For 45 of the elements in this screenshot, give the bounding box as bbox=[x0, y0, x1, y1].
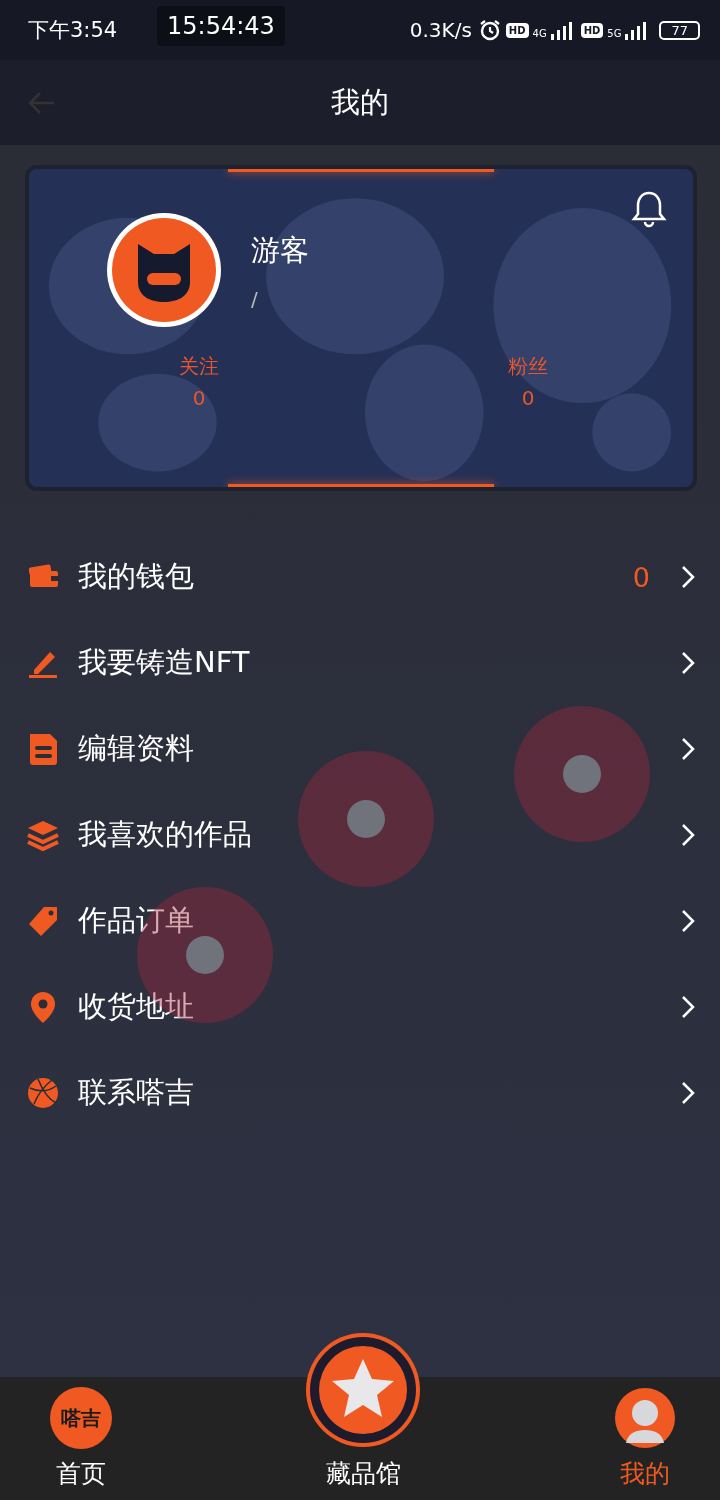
menu-label: 编辑资料 bbox=[78, 730, 195, 767]
hd-badge: HD bbox=[580, 22, 604, 38]
network-type: 4G bbox=[532, 28, 547, 39]
menu-item[interactable]: 我的钱包 0 bbox=[0, 534, 720, 620]
globe-icon bbox=[26, 1076, 60, 1110]
clock-badge: 15:54:43 bbox=[157, 6, 285, 46]
menu-label: 作品订单 bbox=[78, 902, 195, 939]
stat-label: 关注 bbox=[179, 353, 219, 380]
menu-item[interactable]: 我喜欢的作品 bbox=[0, 792, 720, 878]
tab[interactable]: 嗒吉 首页 bbox=[26, 1377, 136, 1500]
user-signature: / bbox=[251, 287, 258, 311]
menu-item[interactable]: 作品订单 bbox=[0, 878, 720, 964]
chevron-right-icon bbox=[680, 1080, 696, 1106]
chevron-right-icon bbox=[680, 736, 696, 762]
bell-icon[interactable] bbox=[631, 189, 667, 229]
tab[interactable]: 我的 bbox=[590, 1377, 700, 1500]
page-title: 我的 bbox=[331, 83, 389, 121]
battery-indicator: 77 bbox=[659, 20, 700, 40]
menu-item[interactable]: 收货地址 bbox=[0, 964, 720, 1050]
wallet-balance: 0 bbox=[632, 561, 650, 593]
menu-item[interactable]: 我要铸造NFT bbox=[0, 620, 720, 706]
logo-icon: 嗒吉 bbox=[50, 1387, 112, 1449]
chevron-right-icon bbox=[680, 822, 696, 848]
menu-label: 我的钱包 bbox=[78, 558, 195, 595]
layers-icon bbox=[26, 818, 60, 852]
network-type: 5G bbox=[607, 28, 622, 39]
stat-label: 粉丝 bbox=[508, 353, 548, 380]
chevron-right-icon bbox=[680, 564, 696, 590]
tag-icon bbox=[26, 904, 60, 938]
user-name: 游客 bbox=[251, 232, 309, 269]
tab[interactable]: 藏品馆 bbox=[308, 1327, 418, 1500]
menu-label: 我喜欢的作品 bbox=[78, 816, 253, 853]
stat-value: 0 bbox=[192, 386, 206, 410]
menu-label: 联系嗒吉 bbox=[78, 1074, 195, 1111]
chevron-right-icon bbox=[680, 650, 696, 676]
menu-label: 我要铸造NFT bbox=[78, 644, 251, 681]
menu-label: 收货地址 bbox=[78, 988, 195, 1025]
menu-item[interactable]: 联系嗒吉 bbox=[0, 1050, 720, 1136]
stat-value: 0 bbox=[521, 386, 535, 410]
chevron-right-icon bbox=[680, 908, 696, 934]
user-icon bbox=[614, 1387, 676, 1449]
chevron-right-icon bbox=[680, 994, 696, 1020]
network-speed: 0.3K/s bbox=[409, 18, 472, 42]
status-time: 下午3:54 bbox=[28, 17, 118, 44]
hd-badge: HD bbox=[505, 22, 529, 38]
